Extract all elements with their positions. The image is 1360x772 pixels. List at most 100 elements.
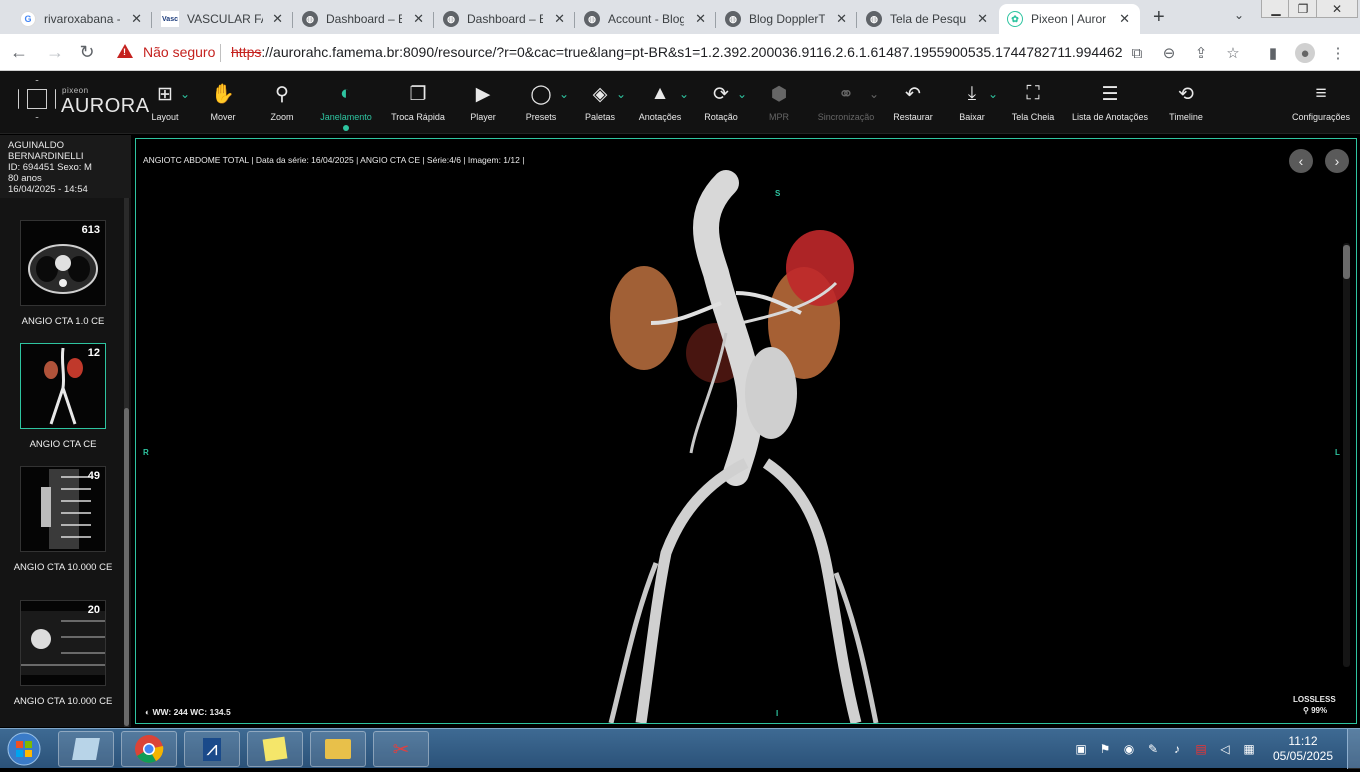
- logo-small-text: pixeon: [62, 86, 89, 95]
- toolbar-troca-rapida[interactable]: ❐ Troca Rápida: [381, 81, 455, 129]
- toolbar-lista-anotacoes[interactable]: ☰ Lista de Anotações: [1065, 81, 1155, 129]
- sidebar-scrollbar[interactable]: [124, 198, 129, 727]
- zoom-out-icon[interactable]: ⊖: [1159, 43, 1179, 63]
- close-icon[interactable]: ✕: [836, 11, 847, 27]
- not-secure-label[interactable]: Não seguro: [143, 44, 215, 60]
- list-icon: ☰: [1101, 83, 1119, 105]
- scissors-icon: ✂: [392, 738, 410, 761]
- series-thumbnail[interactable]: 613: [20, 220, 106, 306]
- windows-taskbar: ⩘ ✂ ▣ ⚑ ◉ ✎ ♪ ▤ ◁ ▦ 11:12 05/05/2025: [0, 728, 1360, 769]
- google-icon: G: [20, 11, 36, 27]
- contrast-icon: ◐: [340, 83, 352, 104]
- taskbar-app-sticky[interactable]: [247, 731, 303, 767]
- toolbar-janelamento[interactable]: ◐ Janelamento: [309, 81, 383, 131]
- browser-tab-strip: G rivaroxabana - ✕ Vasc VASCULAR FA ✕ ◍ …: [0, 0, 1360, 34]
- browser-tab-dashboard-2[interactable]: ◍ Dashboard – B ✕: [435, 4, 575, 34]
- browser-tab-vascular[interactable]: Vasc VASCULAR FA ✕: [153, 4, 293, 34]
- url-field[interactable]: https://aurorahc.famema.br:8090/resource…: [231, 44, 1123, 60]
- system-clock[interactable]: 11:12 05/05/2025: [1268, 734, 1338, 764]
- taskbar-app-notes[interactable]: [58, 731, 114, 767]
- image-count: 49: [87, 470, 100, 482]
- browser-tab-dashboard-1[interactable]: ◍ Dashboard – B ✕: [294, 4, 434, 34]
- window-level-readout: ◐ WW: 244 WC: 134.5: [145, 707, 231, 717]
- browser-tab-account-blog[interactable]: ◍ Account - Blog ✕: [576, 4, 716, 34]
- tab-title: rivaroxabana -: [44, 12, 120, 26]
- active-indicator: [343, 125, 349, 131]
- pdf-icon[interactable]: ▤: [1193, 741, 1209, 757]
- browser-tab-pixeon-aurora[interactable]: ✿ Pixeon | Auror ✕: [999, 4, 1140, 34]
- start-button[interactable]: [4, 731, 44, 767]
- tab-search-chevron-icon[interactable]: ⌄: [1234, 8, 1244, 22]
- toolbar-configuracoes[interactable]: ≡ Configurações: [1284, 81, 1358, 129]
- show-desktop-button[interactable]: [1347, 729, 1360, 769]
- series-label: ANGIO CTA 10.000 CE: [13, 562, 113, 573]
- tray-tool-icon[interactable]: ✎: [1145, 741, 1161, 757]
- browser-tab-rivaroxabana[interactable]: G rivaroxabana - ✕: [12, 4, 152, 34]
- close-icon[interactable]: ✕: [131, 11, 142, 27]
- search-icon: ⚲: [1303, 706, 1312, 715]
- browser-tab-tela-pesquisa[interactable]: ◍ Tela de Pesqui ✕: [858, 4, 998, 34]
- taskbar-app-chrome[interactable]: [121, 731, 177, 767]
- eye-icon[interactable]: ◉: [1121, 741, 1137, 757]
- patient-name-1: AGUINALDO: [8, 140, 64, 151]
- close-icon[interactable]: ✕: [977, 11, 988, 27]
- toolbar-timeline[interactable]: ⟲ Timeline: [1149, 81, 1223, 129]
- tray-app-icon[interactable]: ▣: [1073, 741, 1089, 757]
- toolbar-tela-cheia[interactable]: ⛶ Tela Cheia: [996, 81, 1070, 129]
- speaker-icon[interactable]: ◁: [1217, 741, 1233, 757]
- toolbar-zoom[interactable]: ⚲ Zoom: [245, 81, 319, 129]
- maximize-button[interactable]: ❐: [1288, 0, 1318, 18]
- close-icon[interactable]: ✕: [1119, 11, 1130, 27]
- toolbar-sincronizacao[interactable]: ⚭ ⌄ Sincronização: [809, 81, 883, 129]
- taskbar-app-snipping[interactable]: ✂: [373, 731, 429, 767]
- close-icon[interactable]: ✕: [695, 11, 706, 27]
- minimize-button[interactable]: ▁: [1261, 0, 1291, 18]
- app-toolbar: pixeon AURORA ⊞ ⌄ Layout ✋ Mover ⚲ Zoom …: [0, 71, 1360, 134]
- network-icon[interactable]: ▦: [1241, 741, 1257, 757]
- taskbar-app-chart[interactable]: ⩘: [184, 731, 240, 767]
- close-icon[interactable]: ✕: [413, 11, 424, 27]
- image-count: 20: [87, 604, 100, 616]
- menu-icon: ≡: [1315, 83, 1327, 104]
- forward-button[interactable]: →: [44, 41, 66, 63]
- sidebar-toggle-icon[interactable]: ▮: [1263, 43, 1283, 63]
- pixeon-icon: ✿: [1007, 11, 1023, 27]
- back-button[interactable]: ←: [8, 41, 30, 63]
- copy-icon: ❐: [409, 83, 427, 105]
- patient-age: 80 anos: [8, 173, 42, 184]
- star-icon[interactable]: ☆: [1223, 43, 1243, 63]
- patient-name-2: BERNARDINELLI: [8, 151, 84, 162]
- url-https: https: [231, 44, 262, 60]
- orientation-top: S: [775, 189, 781, 198]
- reload-button[interactable]: ↻: [76, 41, 98, 63]
- address-bar: ← → ↻ Não seguro https://aurorahc.famema…: [0, 34, 1360, 71]
- url-rest: ://aurorahc.famema.br:8090/resource/?r=0…: [261, 44, 1123, 60]
- volume-icon[interactable]: ♪: [1169, 741, 1185, 757]
- share-icon[interactable]: ⇪: [1191, 43, 1211, 63]
- close-icon[interactable]: ✕: [554, 11, 565, 27]
- toolbar-mpr[interactable]: ⬢ MPR: [742, 81, 816, 129]
- series-label: ANGIO CTA CE: [29, 439, 97, 450]
- profile-avatar-icon[interactable]: ●: [1295, 43, 1315, 63]
- tab-title: Tela de Pesqui: [890, 12, 966, 26]
- image-scrollbar[interactable]: [1343, 243, 1350, 667]
- image-count: 613: [81, 224, 100, 236]
- taskbar-app-explorer[interactable]: [310, 731, 366, 767]
- close-icon[interactable]: ✕: [272, 11, 283, 27]
- globe-icon: ◍: [302, 11, 318, 27]
- image-viewport[interactable]: ANGIOTC ABDOME TOTAL | Data da série: 16…: [135, 138, 1357, 724]
- series-thumbnail-selected[interactable]: 12: [20, 343, 106, 429]
- translate-icon[interactable]: ⧉: [1127, 43, 1147, 63]
- close-window-button[interactable]: ✕: [1316, 0, 1358, 18]
- series-thumbnail[interactable]: 49: [20, 466, 106, 552]
- pixeon-aurora-logo: pixeon AURORA: [18, 80, 149, 120]
- browser-tab-blog-doppler[interactable]: ◍ Blog DopplerT ✕: [717, 4, 857, 34]
- patient-id-sex: ID: 694451 Sexo: M: [8, 162, 92, 173]
- history-icon: ⟲: [1178, 83, 1194, 105]
- folder-icon: [325, 739, 351, 759]
- new-tab-button[interactable]: +: [1153, 6, 1165, 29]
- warning-icon[interactable]: [117, 44, 133, 58]
- flag-icon[interactable]: ⚑: [1097, 741, 1113, 757]
- more-menu-icon[interactable]: ⋮: [1328, 43, 1348, 63]
- series-thumbnail[interactable]: 20: [20, 600, 106, 686]
